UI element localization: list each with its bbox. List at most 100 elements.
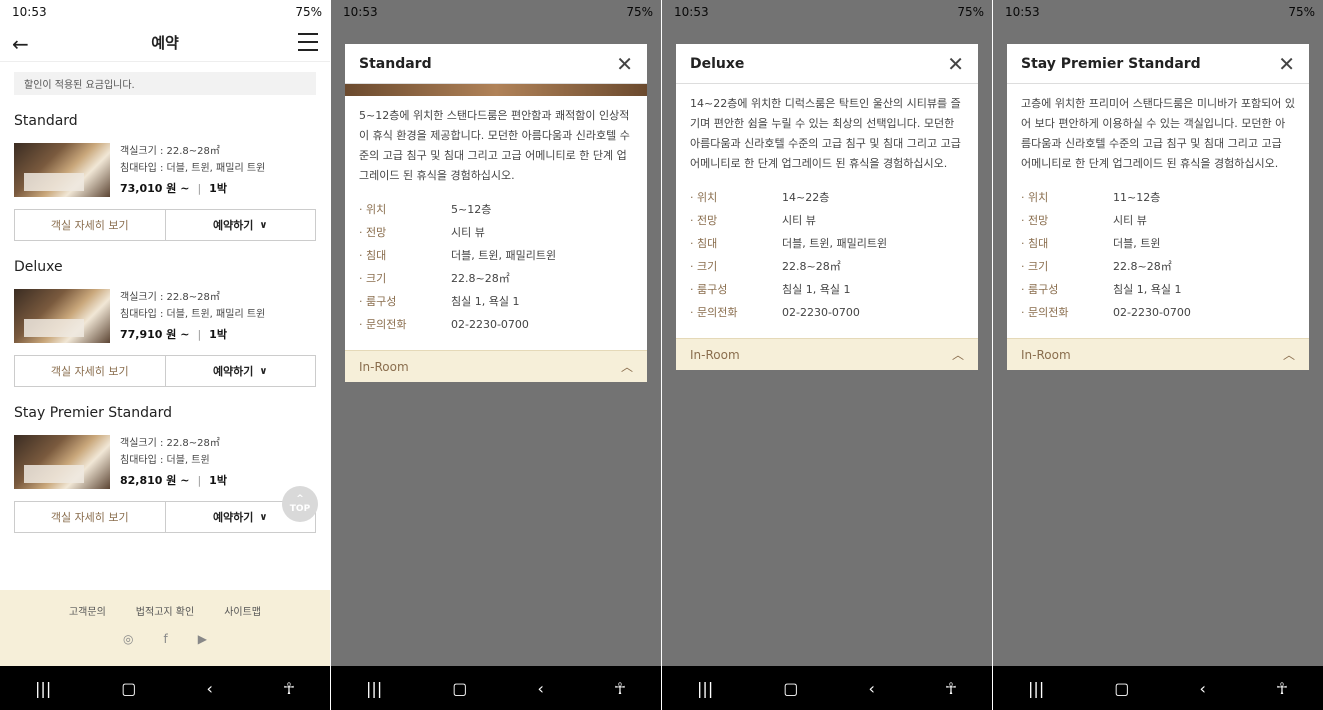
home-icon[interactable]: ▢ (1114, 679, 1129, 698)
accessibility-icon[interactable]: ☥ (283, 679, 295, 698)
room-photo (345, 84, 647, 96)
modal-title: Standard (359, 55, 432, 72)
room-photo (14, 435, 110, 489)
screen-deluxe-modal: 10:5375% Deluxe✕ 14~22층에 위치한 디럭스룸은 탁트인 울… (662, 0, 992, 710)
recent-apps-icon[interactable]: ||| (1028, 679, 1044, 698)
youtube-icon[interactable]: ▶ (198, 632, 207, 646)
room-detail-button[interactable]: 객실 자세히 보기 (15, 502, 166, 532)
inroom-label: In-Room (359, 359, 409, 374)
inroom-label: In-Room (1021, 347, 1071, 362)
room-card: Deluxe 객실크기 : 22.8~28㎡ 침대타입 : 더블, 트윈, 패밀… (0, 259, 330, 387)
home-icon[interactable]: ▢ (783, 679, 798, 698)
modal-title: Stay Premier Standard (1021, 55, 1201, 72)
accessibility-icon[interactable]: ☥ (614, 679, 626, 698)
footer-link-sitemap[interactable]: 사이트맵 (224, 603, 261, 618)
spec-value: 더블, 트윈, 패밀리트윈 (451, 249, 557, 262)
spec-value: 22.8~28㎡ (1113, 260, 1172, 273)
room-name: Standard (14, 113, 78, 129)
spec-value: 침실 1, 욕실 1 (1113, 283, 1182, 296)
chevron-down-icon: ∨ (259, 511, 268, 523)
spec-value: 더블, 트윈 (1113, 237, 1161, 250)
spec-value: 22.8~28㎡ (782, 260, 841, 273)
room-detail-button[interactable]: 객실 자세히 보기 (15, 356, 166, 386)
system-nav-bar: ||| ▢ ‹ ☥ (331, 666, 661, 710)
room-detail-modal: Standard ✕ 5~12층에 위치한 스탠다드룸은 편안함과 쾌적함이 인상… (345, 44, 647, 382)
instagram-icon[interactable]: ◎ (123, 632, 133, 646)
accessibility-icon[interactable]: ☥ (945, 679, 957, 698)
spec-label: 룸구성 (1021, 278, 1113, 301)
hamburger-menu-icon[interactable] (298, 33, 318, 51)
room-nights: 1박 (209, 474, 227, 487)
spec-value: 11~12층 (1113, 191, 1161, 204)
inroom-accordion[interactable]: In-Room ︿ (676, 338, 978, 370)
room-size: 객실크기 : 22.8~28㎡ (120, 292, 220, 303)
footer-link-contact[interactable]: 고객문의 (69, 603, 106, 618)
screen-reservation: 10:53 75% ← 예약 할인이 적용된 요금입니다. Standard 객… (0, 0, 330, 710)
facebook-icon[interactable]: f (164, 632, 168, 646)
system-nav-bar: ||| ▢ ‹ ☥ (662, 666, 992, 710)
spec-label: 전망 (359, 221, 451, 244)
spec-label: 위치 (359, 198, 451, 221)
modal-title: Deluxe (690, 55, 745, 72)
spec-label: 크기 (359, 267, 451, 290)
close-icon[interactable]: ✕ (1278, 52, 1295, 76)
spec-value: 침실 1, 욕실 1 (782, 283, 851, 296)
room-detail-modal: Stay Premier Standard ✕ 고층에 위치한 프리미어 스탠다드… (1007, 44, 1309, 370)
spec-value: 더블, 트윈, 패밀리트윈 (782, 237, 888, 250)
app-header: ← 예약 (0, 24, 330, 62)
chevron-down-icon: ∨ (259, 219, 268, 231)
footer-link-legal[interactable]: 법적고지 확인 (136, 603, 194, 618)
status-time: 10:53 (12, 5, 47, 19)
close-icon[interactable]: ✕ (947, 52, 964, 76)
reserve-label: 예약하기 (212, 365, 254, 378)
screen-standard-modal: 10:5375% Standard✕ 5~12층에 위치한 스탠다드룸은 편안함… (331, 0, 661, 710)
spec-label: 침대 (690, 232, 782, 255)
accessibility-icon[interactable]: ☥ (1276, 679, 1288, 698)
spec-value: 시티 뷰 (1113, 214, 1147, 227)
room-size: 객실크기 : 22.8~28㎡ (120, 146, 220, 157)
system-nav-bar: ||| ▢ ‹ ☥ (993, 666, 1323, 710)
recent-apps-icon[interactable]: ||| (35, 679, 51, 698)
screen-premier-modal: 10:5375% Stay Premier Standard✕ 고층에 위치한 … (993, 0, 1323, 710)
room-description: 고층에 위치한 프리미어 스탠다드룸은 미니바가 포함되어 있어 보다 편안하게… (1021, 97, 1295, 170)
reserve-button[interactable]: 예약하기 ∨ (166, 210, 316, 240)
back-nav-icon[interactable]: ‹ (868, 679, 874, 698)
back-nav-icon[interactable]: ‹ (1199, 679, 1205, 698)
recent-apps-icon[interactable]: ||| (697, 679, 713, 698)
spec-label: 룸구성 (690, 278, 782, 301)
spec-label: 전망 (1021, 209, 1113, 232)
system-nav-bar: ||| ▢ ‹ ☥ (0, 666, 330, 710)
spec-label: 크기 (1021, 255, 1113, 278)
spec-value: 시티 뷰 (782, 214, 816, 227)
spec-value: 02-2230-0700 (782, 306, 860, 319)
spec-value: 5~12층 (451, 203, 492, 216)
room-detail-button[interactable]: 객실 자세히 보기 (15, 210, 166, 240)
inroom-accordion[interactable]: In-Room ︿ (345, 350, 647, 382)
spec-label: 위치 (690, 186, 782, 209)
room-price: 77,910 원 ~ (120, 328, 190, 341)
room-photo (14, 143, 110, 197)
home-icon[interactable]: ▢ (452, 679, 467, 698)
close-icon[interactable]: ✕ (616, 52, 633, 76)
room-name: Deluxe (14, 259, 63, 275)
inroom-accordion[interactable]: In-Room ︿ (1007, 338, 1309, 370)
spec-value: 02-2230-0700 (1113, 306, 1191, 319)
discount-notice: 할인이 적용된 요금입니다. (14, 72, 316, 95)
back-nav-icon[interactable]: ‹ (206, 679, 212, 698)
recent-apps-icon[interactable]: ||| (366, 679, 382, 698)
battery-indicator: 75% (295, 5, 322, 19)
room-nights: 1박 (209, 328, 227, 341)
back-nav-icon[interactable]: ‹ (537, 679, 543, 698)
back-arrow-icon[interactable]: ← (12, 32, 29, 56)
status-bar: 10:53 75% (0, 0, 330, 24)
spec-value: 시티 뷰 (451, 226, 485, 239)
home-icon[interactable]: ▢ (121, 679, 136, 698)
spec-label: 룸구성 (359, 290, 451, 313)
up-arrow-icon: ^ (296, 494, 304, 504)
scroll-top-button[interactable]: ^ TOP (282, 486, 318, 522)
room-card: Stay Premier Standard 객실크기 : 22.8~28㎡ 침대… (0, 405, 330, 533)
reserve-button[interactable]: 예약하기 ∨ (166, 356, 316, 386)
chevron-down-icon: ∨ (259, 365, 268, 377)
spec-label: 문의전화 (359, 313, 451, 336)
reserve-label: 예약하기 (212, 511, 254, 524)
